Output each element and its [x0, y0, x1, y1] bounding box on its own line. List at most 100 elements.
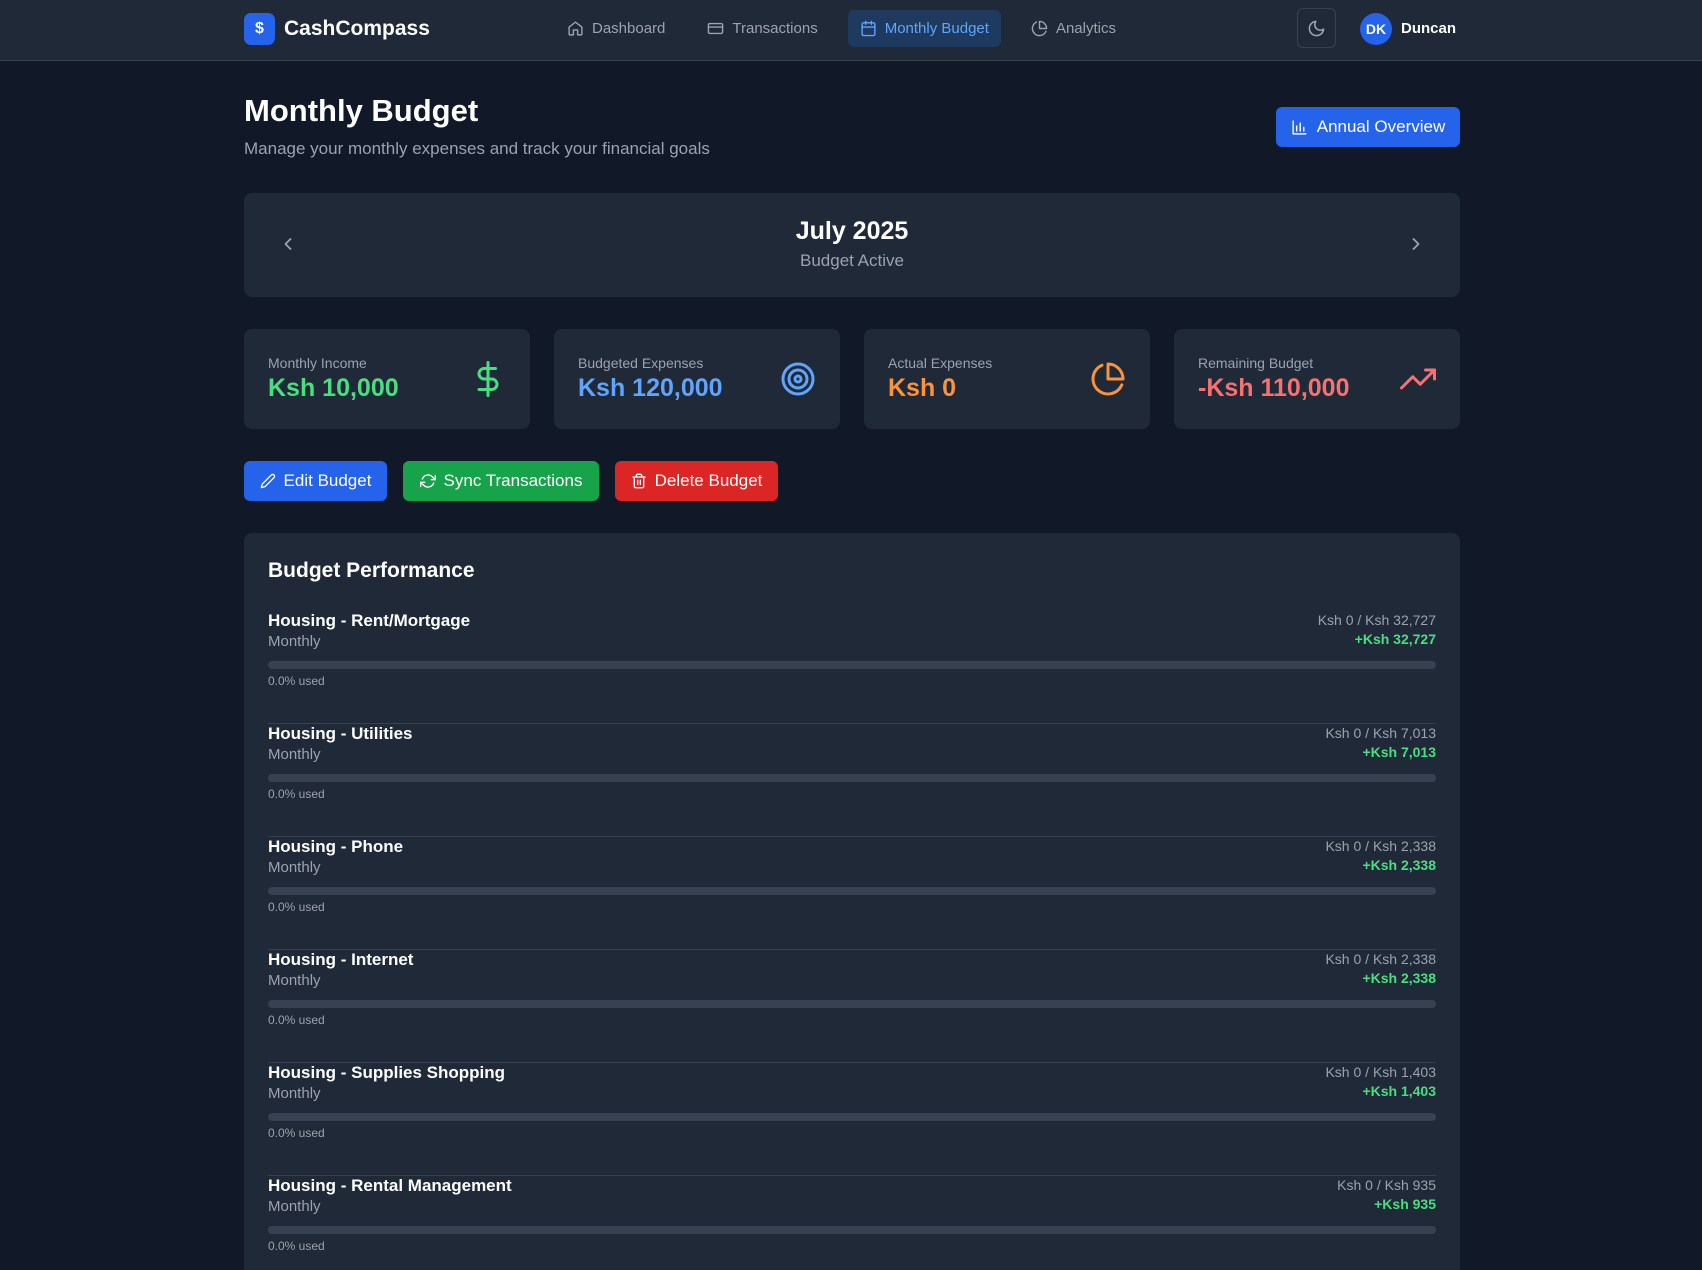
trending-up-icon [1400, 368, 1436, 390]
percent-used: 0.0% used [268, 1239, 325, 1253]
category-period: Monthly [268, 1198, 321, 1215]
stat-label: Monthly Income [268, 355, 367, 371]
category-period: Monthly [268, 972, 321, 989]
percent-used: 0.0% used [268, 1126, 325, 1140]
percent-used: 0.0% used [268, 674, 325, 688]
category-period: Monthly [268, 746, 321, 763]
category-name: Housing - Supplies Shopping [268, 1063, 506, 1082]
percent-used: 0.0% used [268, 787, 325, 801]
edit-budget-label: Edit Budget [283, 471, 372, 490]
calendar-icon [861, 20, 876, 37]
stat-budgeted-expenses: Budgeted Expenses Ksh 120,000 [554, 329, 840, 429]
category-name: Housing - Utilities [268, 724, 413, 743]
nav-link-monthly-budget[interactable]: Monthly Budget [847, 10, 1001, 47]
edit-budget-button[interactable]: Edit Budget [244, 461, 387, 501]
category-amounts: Ksh 0 / Ksh 32,727 [1317, 612, 1436, 628]
nav-link-label: Dashboard [592, 20, 666, 37]
delete-budget-button[interactable]: Delete Budget [615, 461, 778, 501]
progress-bar [268, 1000, 1436, 1008]
chevron-right-icon [1412, 238, 1420, 250]
dollar-icon [477, 361, 499, 397]
stat-label: Remaining Budget [1198, 355, 1314, 371]
category-name: Housing - Internet [268, 950, 414, 969]
nav-links: Dashboard Transactions Monthly Budget An… [555, 10, 1128, 47]
category-name: Housing - Phone [268, 837, 404, 856]
nav-link-analytics[interactable]: Analytics [1019, 10, 1128, 47]
annual-overview-button[interactable]: Annual Overview [1276, 107, 1460, 147]
refresh-icon [419, 474, 436, 488]
top-nav: $ CashCompass Dashboard Transactions Mon… [0, 0, 1702, 61]
category-amounts: Ksh 0 / Ksh 7,013 [1325, 725, 1436, 741]
budget-status: Budget Active [800, 251, 904, 270]
progress-bar [268, 661, 1436, 669]
stat-label: Actual Expenses [888, 355, 993, 371]
theme-toggle-button[interactable] [1297, 8, 1336, 48]
month-selector: July 2025 Budget Active [244, 193, 1460, 297]
budget-row[interactable]: Housing - Rental Management Monthly Ksh … [268, 1176, 1436, 1270]
category-remaining: +Ksh 2,338 [1362, 970, 1436, 986]
user-name: Duncan [1401, 20, 1457, 37]
category-period: Monthly [268, 1085, 321, 1102]
moon-icon [1308, 20, 1325, 36]
stat-remaining-budget: Remaining Budget -Ksh 110,000 [1174, 329, 1460, 429]
progress-bar [268, 1226, 1436, 1234]
stat-value: Ksh 0 [888, 374, 957, 402]
budget-row[interactable]: Housing - Phone Monthly Ksh 0 / Ksh 2,33… [268, 837, 1436, 950]
page-subtitle: Manage your monthly expenses and track y… [244, 139, 710, 158]
pie-chart-icon [1031, 20, 1048, 37]
brand-name: CashCompass [284, 17, 430, 40]
progress-bar [268, 774, 1436, 782]
budget-performance-card: Budget Performance Housing - Rent/Mortga… [244, 533, 1460, 1270]
brand[interactable]: $ CashCompass [244, 13, 430, 45]
avatar: DK [1360, 12, 1392, 45]
percent-used: 0.0% used [268, 900, 325, 914]
stat-value: Ksh 10,000 [268, 374, 399, 402]
month-title: July 2025 [795, 217, 909, 245]
category-remaining: +Ksh 2,338 [1362, 857, 1436, 873]
brand-logo: $ [244, 13, 275, 45]
category-remaining: +Ksh 7,013 [1362, 744, 1436, 760]
annual-overview-label: Annual Overview [1316, 117, 1446, 136]
stat-label: Budgeted Expenses [578, 355, 704, 371]
trash-icon [631, 473, 646, 489]
stat-value: -Ksh 110,000 [1198, 374, 1350, 402]
category-remaining: +Ksh 32,727 [1354, 631, 1436, 647]
target-icon [781, 362, 815, 396]
sync-transactions-button[interactable]: Sync Transactions [403, 461, 599, 501]
category-name: Housing - Rent/Mortgage [268, 611, 471, 630]
category-name: Housing - Rental Management [268, 1176, 512, 1195]
nav-link-dashboard[interactable]: Dashboard [555, 10, 677, 47]
budget-row[interactable]: Housing - Rent/Mortgage Monthly Ksh 0 / … [268, 611, 1436, 724]
nav-link-label: Monthly Budget [884, 20, 989, 37]
credit-card-icon [708, 22, 724, 35]
pencil-icon [260, 473, 275, 489]
category-amounts: Ksh 0 / Ksh 935 [1337, 1177, 1436, 1193]
delete-budget-label: Delete Budget [654, 471, 763, 490]
category-amounts: Ksh 0 / Ksh 2,338 [1325, 838, 1436, 854]
page-title: Monthly Budget [244, 93, 479, 128]
budget-row[interactable]: Housing - Internet Monthly Ksh 0 / Ksh 2… [268, 950, 1436, 1063]
budget-row[interactable]: Housing - Utilities Monthly Ksh 0 / Ksh … [268, 724, 1436, 837]
category-remaining: +Ksh 1,403 [1362, 1083, 1436, 1099]
budget-row[interactable]: Housing - Supplies Shopping Monthly Ksh … [268, 1063, 1436, 1176]
category-remaining: +Ksh 935 [1374, 1196, 1436, 1212]
progress-bar [268, 1113, 1436, 1121]
percent-used: 0.0% used [268, 1013, 325, 1027]
sync-transactions-label: Sync Transactions [443, 471, 583, 490]
next-month-button[interactable] [1399, 227, 1433, 261]
category-period: Monthly [268, 859, 321, 876]
nav-link-label: Transactions [732, 20, 818, 37]
stat-monthly-income: Monthly Income Ksh 10,000 [244, 329, 530, 429]
category-amounts: Ksh 0 / Ksh 2,338 [1325, 951, 1436, 967]
user-menu[interactable]: DK Duncan [1360, 12, 1456, 45]
stat-value: Ksh 120,000 [578, 374, 723, 402]
stat-actual-expenses: Actual Expenses Ksh 0 [864, 329, 1150, 429]
pie-chart-icon [1091, 362, 1125, 396]
nav-link-label: Analytics [1055, 20, 1116, 37]
budget-performance-title: Budget Performance [268, 559, 475, 582]
progress-bar [268, 887, 1436, 895]
category-period: Monthly [268, 633, 321, 650]
bar-chart-icon [1292, 119, 1307, 135]
category-amounts: Ksh 0 / Ksh 1,403 [1325, 1064, 1436, 1080]
nav-link-transactions[interactable]: Transactions [695, 10, 829, 47]
